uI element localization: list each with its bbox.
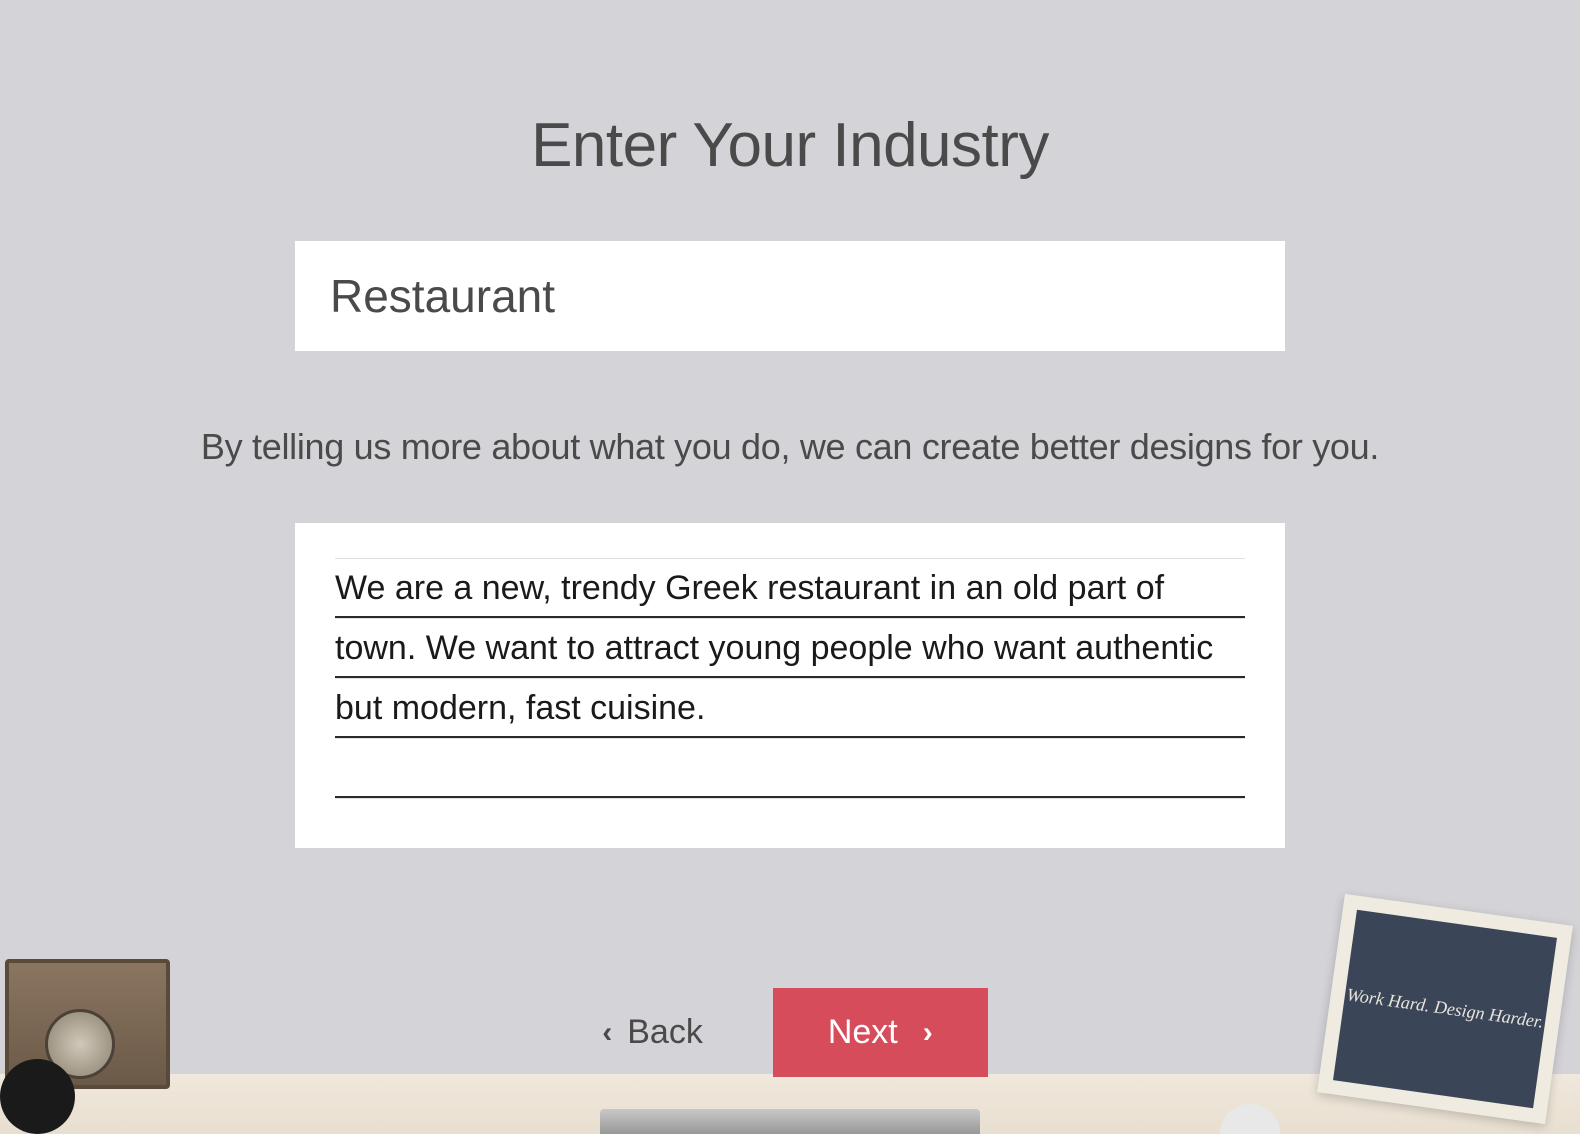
description-box bbox=[295, 523, 1285, 848]
description-textarea[interactable] bbox=[335, 558, 1245, 813]
chevron-right-icon: › bbox=[923, 1016, 933, 1050]
chevron-left-icon: ‹ bbox=[602, 1016, 612, 1050]
back-button-label: Back bbox=[627, 1013, 703, 1052]
next-button-label: Next bbox=[828, 1013, 898, 1052]
back-button[interactable]: ‹ Back bbox=[592, 993, 713, 1072]
page-title: Enter Your Industry bbox=[531, 110, 1049, 181]
form-container: Enter Your Industry By telling us more a… bbox=[0, 0, 1580, 1077]
subtitle-text: By telling us more about what you do, we… bbox=[201, 426, 1379, 468]
industry-input[interactable] bbox=[295, 241, 1285, 351]
next-button[interactable]: Next › bbox=[773, 988, 988, 1077]
laptop-decor bbox=[600, 1109, 980, 1134]
desk-surface bbox=[0, 1074, 1580, 1134]
mouse-decor bbox=[1220, 1104, 1280, 1134]
button-row: ‹ Back Next › bbox=[592, 988, 988, 1077]
